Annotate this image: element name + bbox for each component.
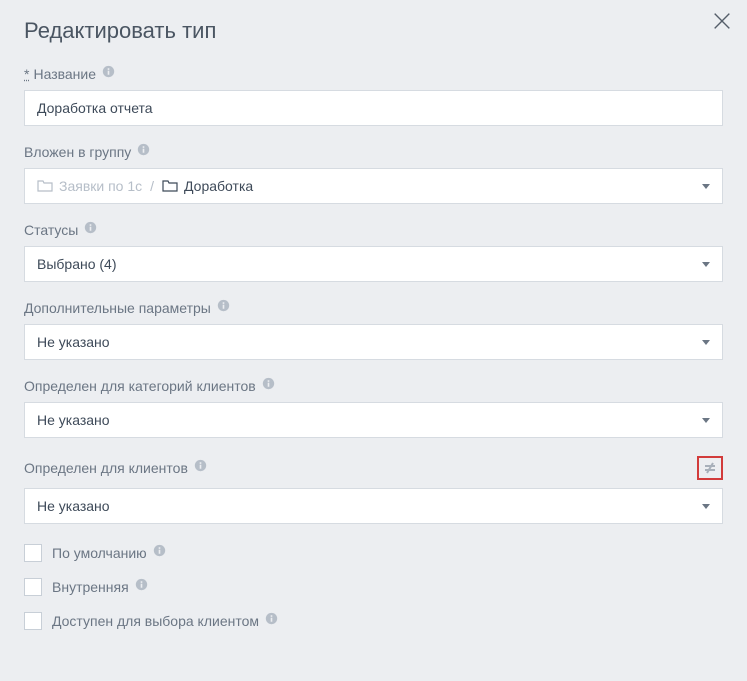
chevron-down-icon [702, 504, 710, 509]
field-clients: Определен для клиентов Не указано [24, 456, 723, 524]
close-button[interactable] [711, 10, 733, 37]
statuses-select[interactable]: Выбрано (4) [24, 246, 723, 282]
checkbox-row-internal: Внутренняя [24, 578, 723, 596]
checkbox-default-label: По умолчанию [52, 545, 166, 561]
chevron-down-icon [702, 418, 710, 423]
checkbox-internal-label: Внутренняя [52, 579, 148, 595]
field-name-label: Название [33, 66, 96, 82]
info-icon[interactable] [194, 459, 207, 472]
field-group: Вложен в группу Заявки по 1с / Доработка [24, 144, 723, 204]
field-statuses-label-row: Статусы [24, 222, 723, 238]
breadcrumb-current: Доработка [184, 178, 253, 194]
field-group-label-row: Вложен в группу [24, 144, 723, 160]
checkbox-group: По умолчанию Внутренняя Доступен для выб… [24, 544, 723, 630]
info-icon[interactable] [153, 544, 166, 557]
not-equal-icon [702, 460, 718, 476]
client-categories-select[interactable]: Не указано [24, 402, 723, 438]
field-statuses: Статусы Выбрано (4) [24, 222, 723, 282]
close-icon [711, 10, 733, 32]
client-categories-value: Не указано [37, 412, 110, 428]
group-select[interactable]: Заявки по 1с / Доработка [24, 168, 723, 204]
info-icon[interactable] [137, 143, 150, 156]
field-name-label-row: * Название [24, 66, 723, 82]
clients-select[interactable]: Не указано [24, 488, 723, 524]
statuses-value: Выбрано (4) [37, 256, 117, 272]
info-icon[interactable] [262, 377, 275, 390]
field-extra-params-label-row: Дополнительные параметры [24, 300, 723, 316]
not-equal-filter-button[interactable] [697, 456, 723, 480]
extra-params-value: Не указано [37, 334, 110, 350]
breadcrumb-separator: / [150, 178, 154, 194]
edit-type-modal: Редактировать тип * Название Вложен в гр… [0, 0, 747, 670]
info-icon[interactable] [102, 65, 115, 78]
checkbox-default[interactable] [24, 544, 42, 562]
info-icon[interactable] [84, 221, 97, 234]
field-client-categories-label: Определен для категорий клиентов [24, 378, 256, 394]
info-icon[interactable] [265, 612, 278, 625]
name-input[interactable] [24, 90, 723, 126]
field-clients-label-row: Определен для клиентов [24, 456, 723, 480]
required-marker: * [24, 66, 29, 82]
checkbox-internal[interactable] [24, 578, 42, 596]
field-statuses-label: Статусы [24, 222, 78, 238]
chevron-down-icon [702, 262, 710, 267]
breadcrumb-parent: Заявки по 1с [59, 178, 142, 194]
modal-title: Редактировать тип [24, 18, 723, 44]
checkbox-client-selectable-label: Доступен для выбора клиентом [52, 613, 278, 629]
chevron-down-icon [702, 184, 710, 189]
info-icon[interactable] [217, 299, 230, 312]
clients-value: Не указано [37, 498, 110, 514]
checkbox-row-client-selectable: Доступен для выбора клиентом [24, 612, 723, 630]
folder-icon [162, 179, 178, 193]
field-name: * Название [24, 66, 723, 126]
field-clients-label: Определен для клиентов [24, 460, 188, 476]
extra-params-select[interactable]: Не указано [24, 324, 723, 360]
field-client-categories-label-row: Определен для категорий клиентов [24, 378, 723, 394]
field-extra-params: Дополнительные параметры Не указано [24, 300, 723, 360]
checkbox-client-selectable[interactable] [24, 612, 42, 630]
field-client-categories: Определен для категорий клиентов Не указ… [24, 378, 723, 438]
field-extra-params-label: Дополнительные параметры [24, 300, 211, 316]
folder-icon [37, 179, 53, 193]
info-icon[interactable] [135, 578, 148, 591]
chevron-down-icon [702, 340, 710, 345]
checkbox-row-default: По умолчанию [24, 544, 723, 562]
field-group-label: Вложен в группу [24, 144, 131, 160]
